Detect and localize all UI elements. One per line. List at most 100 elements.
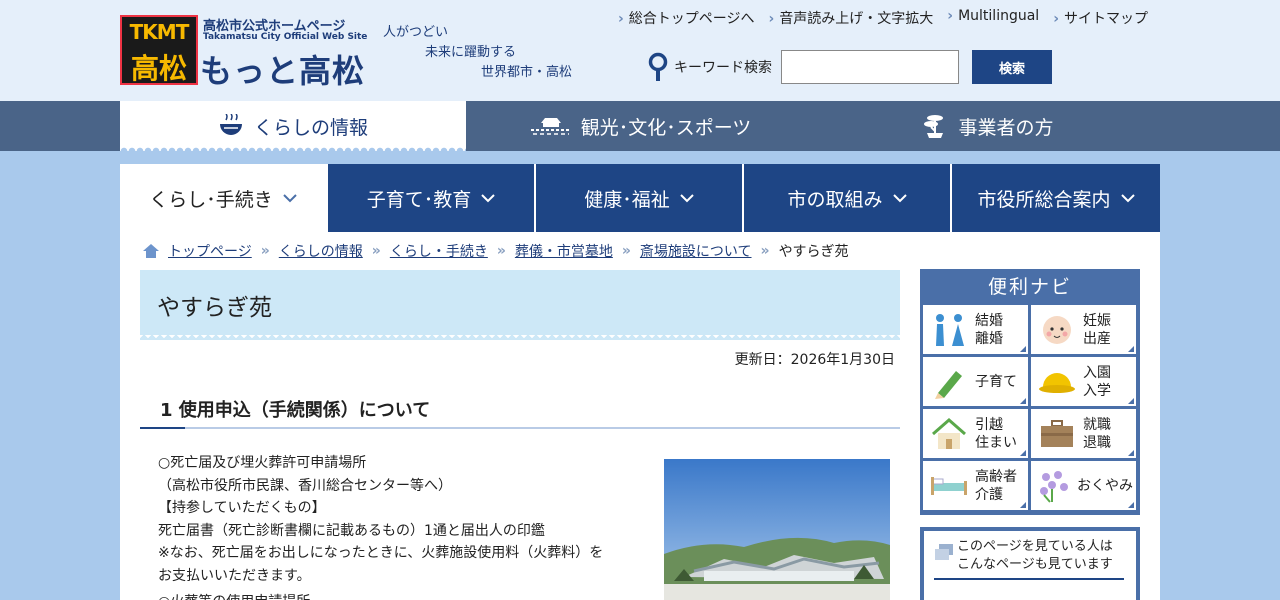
baby-icon (1031, 314, 1083, 346)
search-label-text: キーワード検索 (674, 60, 772, 76)
body-line: ※なお、死亡届をお出しになったときに、火葬施設使用料（火葬料）を (158, 545, 604, 561)
category-living-label: くらしの情報 (253, 116, 368, 139)
body-line: お支払いいただきます。 (158, 567, 311, 584)
breadcrumb: トップページ » くらしの情報 » くらし・手続き » 葬儀・市営墓地 » 斎場… (142, 241, 849, 261)
keyword-search-input[interactable] (781, 50, 959, 84)
nav-tab-living-procedures[interactable]: くらし･手続き (120, 164, 328, 232)
nav-tab-health-welfare[interactable]: 健康･福祉 (536, 164, 744, 232)
breadcrumb-separator: » (760, 243, 770, 259)
nav-item-text: 高齢者 介護 (975, 468, 1017, 503)
body-line: （高松市役所市民課、香川総合センター等へ） (158, 477, 452, 494)
nav-tab-label: くらし･手続き (149, 188, 273, 211)
nav-tab-label: 健康･福祉 (584, 188, 670, 211)
related-line-1: このページを見ている人は (957, 539, 1113, 554)
site-name[interactable]: もっと高松 (200, 46, 365, 92)
nav-item-label: 結婚 離婚 (975, 312, 1003, 348)
bonsai-icon (924, 115, 944, 138)
breadcrumb-living-info[interactable]: くらしの情報 (279, 241, 363, 261)
nav-tab-label: 市役所総合案内 (977, 188, 1111, 211)
category-tourism[interactable]: 観光･文化･スポーツ (466, 101, 816, 151)
briefcase-icon (1031, 419, 1083, 448)
nav-tab-label: 子育て･教育 (366, 188, 472, 211)
category-business[interactable]: 事業者の方 (816, 101, 1160, 151)
breadcrumb-separator: » (371, 243, 381, 259)
breadcrumb-top-page[interactable]: トップページ (168, 241, 252, 261)
body-line: ○火葬等の使用申請場所 (158, 591, 648, 600)
nav-item-text: 入園 入学 (1083, 364, 1111, 399)
breadcrumb-separator: » (621, 243, 631, 259)
category-living[interactable]: くらしの情報 (120, 101, 466, 151)
nav-item-label: 高齢者 介護 (975, 468, 1017, 504)
nav-item-text: 子育て (975, 373, 1017, 390)
utility-links: 総合トップページへ 音声読み上げ・文字拡大 Multilingual サイトマッ… (618, 8, 1148, 28)
nav-moving-housing[interactable]: 引越 住まい (923, 409, 1028, 458)
convenience-nav-title: 便利ナビ (987, 276, 1072, 298)
bowl-icon (219, 114, 242, 135)
pencil-icon (923, 365, 975, 399)
school-hat-icon (1031, 369, 1083, 395)
castle-icon (530, 118, 571, 135)
nav-condolences[interactable]: おくやみ (1031, 461, 1136, 510)
nav-tab-city-hall-guide[interactable]: 市役所総合案内 (952, 164, 1160, 232)
facility-photo (664, 459, 890, 600)
chevron-down-icon (680, 193, 694, 203)
nav-elderly-care[interactable]: 高齢者 介護 (923, 461, 1028, 510)
link-voice-reading[interactable]: 音声読み上げ・文字拡大 (769, 8, 933, 28)
slogan-line-1: 人がつどい (383, 25, 449, 40)
home-icon (143, 244, 159, 258)
nav-item-text: おくやみ (1077, 477, 1133, 494)
search-label: キーワード検索 (648, 52, 772, 82)
logo-text-tkmt: TKMT (129, 20, 190, 44)
section-heading: 1 使用申込（手続関係）について (160, 400, 431, 421)
nav-item-label: 引越 住まい (975, 416, 1017, 452)
nav-employment[interactable]: 就職 退職 (1031, 409, 1136, 458)
breadcrumb-living-procedures[interactable]: くらし・手続き (390, 241, 488, 261)
slogan-line-2: 未来に躍動する (425, 45, 517, 60)
chevron-down-icon (1120, 193, 1135, 203)
nav-item-label: 妊娠 出産 (1083, 312, 1111, 348)
nav-item-text: 就職 退職 (1083, 416, 1111, 451)
nav-tab-city-initiatives[interactable]: 市の取組み (744, 164, 952, 232)
nav-pregnancy-birth[interactable]: 妊娠 出産 (1031, 305, 1136, 354)
updated-date: 更新日：2026年1月30日 (734, 352, 895, 368)
breadcrumb-current: やすらぎ苑 (778, 244, 849, 260)
body-line: 【持参していただくもの】 (158, 500, 326, 516)
nav-item-label: 入園 入学 (1083, 364, 1111, 400)
bed-icon (923, 475, 975, 497)
page-title: やすらぎ苑 (157, 295, 272, 321)
category-tourism-label: 観光･文化･スポーツ (580, 116, 752, 139)
category-business-label: 事業者の方 (958, 116, 1054, 139)
convenience-nav-grid: 結婚 離婚 妊娠 出産 子育て 入園 入学 引越 住まい 就職 退職 高齢者 介… (923, 305, 1137, 510)
nav-childcare[interactable]: 子育て (923, 357, 1028, 406)
couple-icon (923, 313, 975, 347)
chevron-down-icon (481, 193, 495, 203)
breadcrumb-crematorium[interactable]: 斎場施設について (640, 241, 752, 261)
nav-item-text: 引越 住まい (975, 416, 1017, 451)
global-nav: くらし･手続き 子育て･教育 健康･福祉 市の取組み 市役所総合案内 (120, 164, 1160, 232)
logo-text-takamatsu: 高松 (130, 52, 187, 85)
nav-marriage-divorce[interactable]: 結婚 離婚 (923, 305, 1028, 354)
search-button[interactable]: 検索 (972, 50, 1052, 84)
nav-item-label: 就職 退職 (1083, 416, 1111, 452)
chevron-down-icon (283, 193, 297, 203)
nav-school-entry[interactable]: 入園 入学 (1031, 357, 1136, 406)
chevron-down-icon (892, 193, 907, 203)
breadcrumb-separator: » (260, 243, 270, 259)
site-subtitle: Takamatsu City Official Web Site (203, 32, 368, 42)
nav-item-text: 妊娠 出産 (1083, 312, 1111, 347)
nav-item-text: 結婚 離婚 (975, 312, 1003, 347)
related-pages-heading: このページを見ている人は こんなページも見ています (957, 538, 1113, 574)
nav-tab-childcare-education[interactable]: 子育て･教育 (328, 164, 536, 232)
link-top-page[interactable]: 総合トップページへ (618, 8, 755, 28)
slogan-line-3: 世界都市・高松 (481, 65, 573, 80)
section-heading-underline (140, 427, 900, 429)
nav-item-label: おくやみ (1077, 477, 1133, 495)
link-sitemap[interactable]: サイトマップ (1053, 8, 1148, 28)
pages-icon (935, 544, 953, 560)
link-multilingual[interactable]: Multilingual (947, 8, 1039, 28)
search-icon (648, 52, 668, 81)
city-logo[interactable]: TKMT 高松 (120, 15, 198, 85)
breadcrumb-funeral-cemetery[interactable]: 葬儀・市営墓地 (515, 241, 613, 261)
related-pages-underline (934, 578, 1124, 580)
nav-item-label: 子育て (975, 373, 1017, 391)
